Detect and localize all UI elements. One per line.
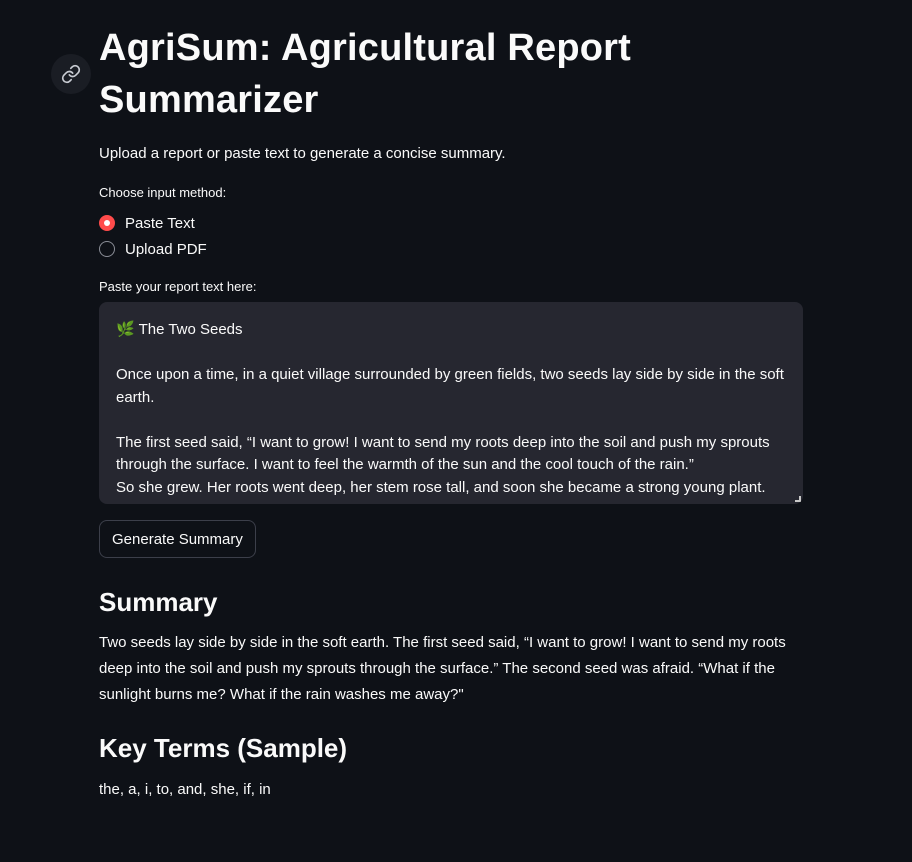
radio-label-upload-pdf: Upload PDF [125, 240, 207, 258]
report-text-area[interactable]: 🌿 The Two Seeds Once upon a time, in a q… [99, 302, 803, 504]
radio-option-paste-text[interactable]: Paste Text [99, 210, 803, 236]
radio-label-paste-text: Paste Text [125, 214, 195, 232]
key-terms-heading: Key Terms (Sample) [99, 733, 348, 763]
summary-heading: Summary [99, 587, 218, 617]
input-method-label: Choose input method: [99, 185, 227, 200]
app-page: AgriSum: Agricultural Report Summarizer … [0, 0, 912, 862]
page-title: AgriSum: Agricultural Report Summarizer [99, 27, 631, 121]
report-text-value: 🌿 The Two Seeds Once upon a time, in a q… [116, 321, 784, 496]
report-text-label: Paste your report text here: [99, 279, 257, 294]
main-content: AgriSum: Agricultural Report Summarizer … [99, 22, 803, 801]
radio-selected-indicator[interactable] [99, 215, 115, 231]
radio-unselected-indicator[interactable] [99, 241, 115, 257]
link-icon-glyph [61, 64, 81, 84]
input-method-radio-group: Paste Text Upload PDF [99, 210, 803, 262]
link-icon[interactable] [51, 54, 91, 94]
generate-summary-button[interactable]: Generate Summary [99, 520, 256, 558]
key-terms-text: the, a, i, to, and, she, if, in [99, 781, 271, 798]
summary-text: Two seeds lay side by side in the soft e… [99, 634, 786, 703]
radio-option-upload-pdf[interactable]: Upload PDF [99, 236, 803, 262]
resize-handle-icon[interactable] [795, 496, 801, 502]
page-subtitle: Upload a report or paste text to generat… [99, 145, 506, 162]
